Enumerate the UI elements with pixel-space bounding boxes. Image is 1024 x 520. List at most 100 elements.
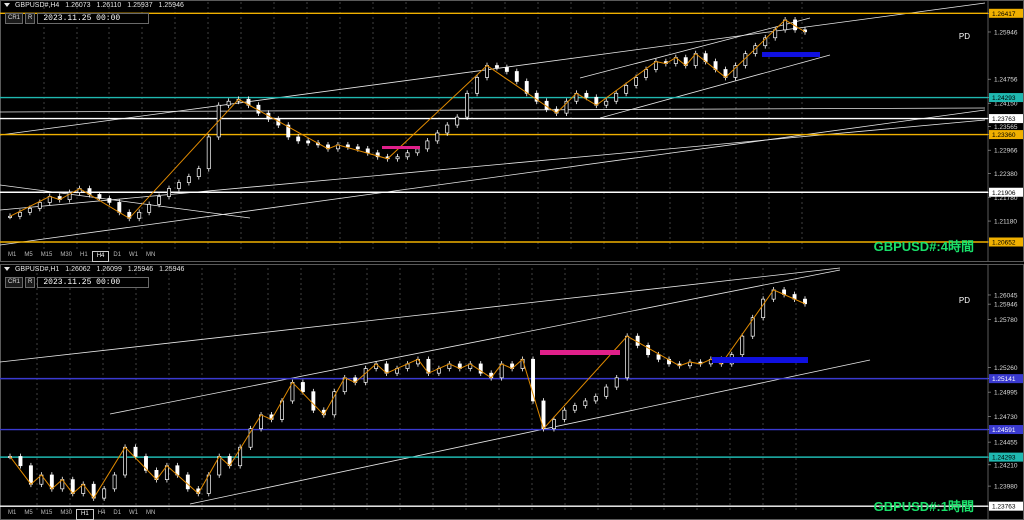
candle-down [656,354,661,360]
level-label: 1.23763 [992,116,1016,123]
candle-down [514,71,519,82]
timeframe-bar-h1: M1 M5 M15 M30 H1 H4 D1 W1 MN [4,509,159,520]
resistance-zone-pink [540,350,620,355]
candle-up [761,298,766,318]
level-label: 1.24293 [992,455,1016,462]
candle-up [475,77,480,94]
timeframe-button-mn[interactable]: MN [142,251,159,260]
timeframe-button-h4[interactable]: H4 [91,251,110,262]
candle-up [485,65,489,78]
candle-up [465,92,470,118]
candle-up [17,211,22,217]
resistance-zone-pink [382,146,420,149]
pane-border [0,264,1024,520]
level-label: 1.21906 [992,190,1016,197]
level-label: 1.20652 [992,240,1016,247]
collapse-triangle-icon[interactable] [4,267,10,272]
timeframe-button-w1[interactable]: W1 [125,509,142,518]
candle-up [176,182,181,189]
r-button[interactable]: R [25,13,36,24]
timeframe-button-m1[interactable]: M1 [4,509,20,518]
candle-up [604,100,609,106]
timeframe-button-m15[interactable]: M15 [37,509,57,518]
timeframe-button-w1[interactable]: W1 [125,251,142,260]
level-label: 1.24293 [992,95,1016,102]
chart-pane-h4[interactable]: 1.264171.259461.247561.242931.241501.237… [0,0,1024,262]
candle-up [8,215,12,218]
timeframe-button-h4[interactable]: H4 [94,509,110,518]
timeframe-button-m5[interactable]: M5 [20,251,36,260]
y-tick-label: 1.21180 [994,219,1017,226]
chart-title-h4: GBPUSD#:4時間 [873,239,974,254]
timeframe-button-h1[interactable]: H1 [76,251,92,260]
y-tick-label: 1.22966 [994,148,1018,155]
candle-down [185,474,190,490]
level-label: 1.24591 [992,427,1016,434]
timeframe-button-m30[interactable]: M30 [56,251,76,260]
date-field[interactable]: 2023.11.25 00:00 [37,13,150,24]
trend-line [0,107,986,113]
candle-up [37,202,42,209]
candle-down [584,92,589,98]
y-tick-label: 1.23980 [994,484,1018,491]
candle-up [435,132,440,142]
candle-down [504,67,509,72]
chart-canvas-h1[interactable]: 1.26045 1.25946 1.25780 1.25260 1.25141 1.249… [0,264,1024,520]
candle-down [296,136,301,142]
symbol-header-h4: GBPUSD#,H4 1.26073 1.26110 1.25937 1.259… [4,2,188,9]
y-tick-label: 1.26045 [994,292,1018,299]
timeframe-button-m30[interactable]: M30 [56,509,76,518]
date-field[interactable]: 2023.11.25 00:00 [37,277,150,288]
y-tick-label: 1.22380 [994,171,1018,178]
candle-up [740,335,745,356]
candle-up [634,77,639,86]
y-tick-label: 1.24756 [994,77,1018,84]
candle-up [415,148,420,154]
candle-up [562,409,567,420]
candle-up [137,211,142,219]
candle-up [27,208,32,213]
trend-line [0,119,986,211]
pane-border [0,0,1024,262]
timeframe-button-m5[interactable]: M5 [20,509,36,518]
candle-down [311,391,316,411]
y-tick-label: 1.24995 [994,390,1018,397]
level-label: 1.26417 [992,11,1016,18]
level-label: 1.23360 [992,132,1016,139]
timeframe-button-m15[interactable]: M15 [37,251,57,260]
chart-canvas-h4[interactable]: 1.264171.259461.247561.242931.241501.237… [0,0,1024,262]
candle-up [614,377,619,388]
level-label: 1.25141 [992,376,1016,383]
y-tick-label: 1.25946 [994,29,1018,36]
timeframe-button-m1[interactable]: M1 [4,251,20,260]
chart-title-h1: GBPUSD#:1時間 [873,499,974,514]
chart-pane-h1[interactable]: 1.26045 1.25946 1.25780 1.25260 1.25141 1.249… [0,264,1024,520]
cr1-button[interactable]: CR1 [5,277,24,288]
r-button[interactable]: R [25,277,36,288]
timeframe-button-h1[interactable]: H1 [76,509,94,520]
collapse-triangle-icon[interactable] [4,3,10,8]
candle-down [635,335,640,346]
candle-down [494,65,499,68]
candle-up [157,196,162,205]
candle-up [572,405,577,411]
y-tick-label: 1.23565 [994,124,1018,131]
y-tick-label: 1.25260 [994,365,1018,372]
candle-down [345,144,350,148]
y-tick-label: 1.24210 [994,462,1018,469]
timeframe-button-d1[interactable]: D1 [109,251,125,260]
timeframe-button-d1[interactable]: D1 [109,509,125,518]
timeframe-bar-h4: M1 M5 M15 M30 H1 H4 D1 W1 MN [4,251,159,262]
candle-up [445,124,450,134]
candle-up [425,140,430,150]
candle-up [625,335,630,379]
symbol-header-h1: GBPUSD#,H1 1.26062 1.26099 1.25946 1.259… [4,266,188,273]
y-tick-label: 1.24730 [994,414,1018,421]
trend-line [0,184,251,219]
candle-up [186,176,191,183]
cr1-button[interactable]: CR1 [5,13,24,24]
candle-up [644,69,648,78]
candle-up [624,85,629,94]
timeframe-button-mn[interactable]: MN [142,509,159,518]
candle-up [363,368,368,383]
